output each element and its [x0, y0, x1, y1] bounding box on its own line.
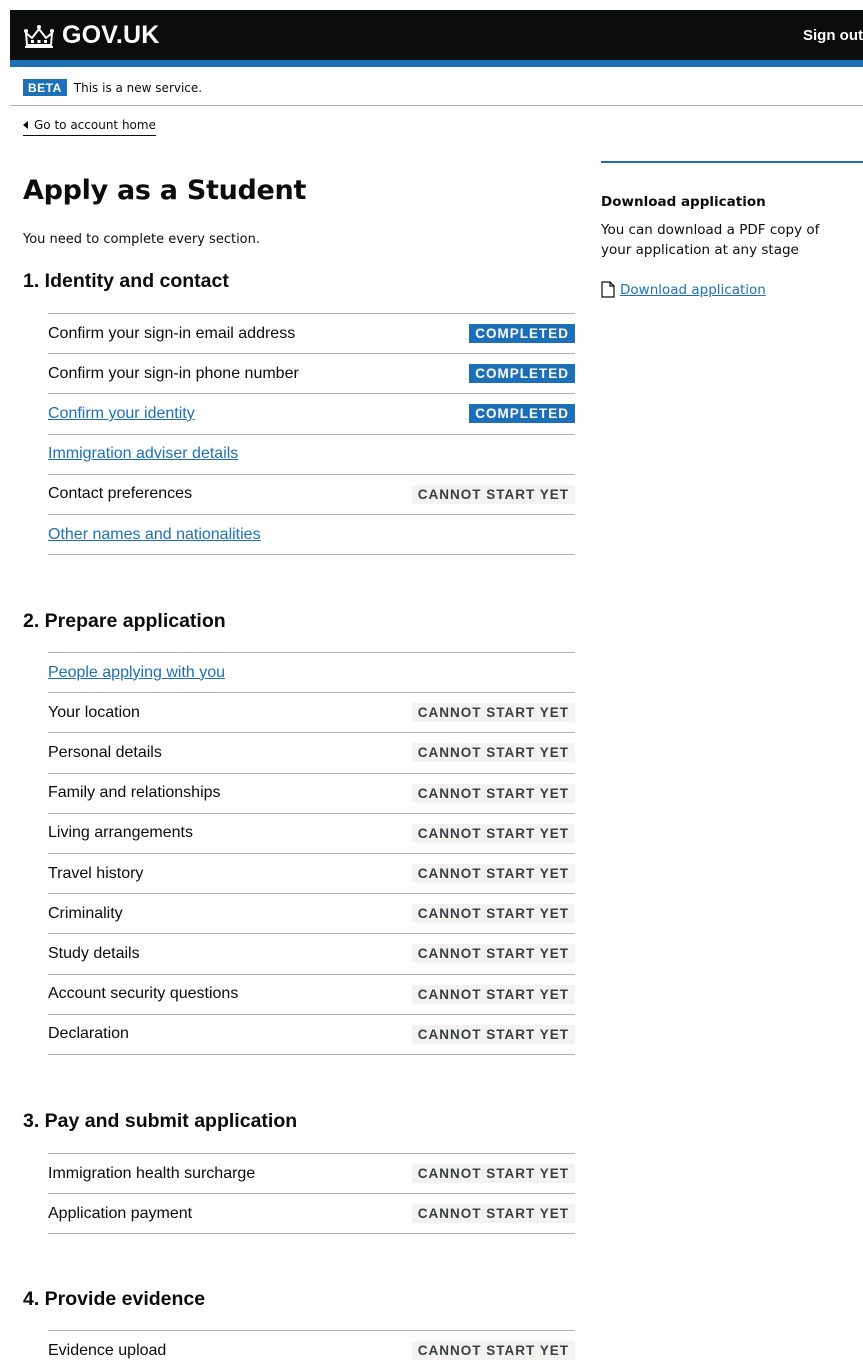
document-icon — [601, 281, 615, 298]
beta-tag: BETA — [23, 79, 67, 96]
task-row: Personal details CANNOT START YET — [48, 733, 575, 774]
status-badge: CANNOT START YET — [411, 743, 575, 763]
task-list-pay: Immigration health surcharge CANNOT STAR… — [48, 1153, 575, 1235]
section-title-evidence: 4. Provide evidence — [23, 1288, 206, 1310]
status-badge: CANNOT START YET — [411, 1341, 575, 1361]
task-name: Study details — [48, 944, 140, 962]
task-row: Confirm your sign-in email address COMPL… — [48, 314, 575, 355]
task-row: Confirm your sign-in phone number COMPLE… — [48, 354, 575, 395]
aside-body: You can download a PDF copy of your appl… — [601, 222, 820, 258]
task-row: Criminality CANNOT START YET — [48, 894, 575, 935]
task-row: Study details CANNOT START YET — [48, 934, 575, 975]
download-link-text: Download application — [620, 281, 766, 298]
govuk-logo-link[interactable]: GOV.UK — [22, 21, 160, 50]
page-intro: You need to complete every section. — [23, 232, 261, 247]
aside-top-border — [601, 161, 863, 163]
status-badge: CANNOT START YET — [411, 783, 575, 803]
header-blue-stripe — [10, 60, 863, 67]
task-list-evidence: Evidence upload CANNOT START YET — [48, 1330, 575, 1364]
status-badge: CANNOT START YET — [411, 984, 575, 1004]
task-list-identity: Confirm your sign-in email address COMPL… — [48, 313, 575, 556]
task-row: Contact preferences CANNOT START YET — [48, 475, 575, 515]
status-badge: CANNOT START YET — [411, 1204, 575, 1224]
task-row: Confirm your identity COMPLETED — [48, 394, 575, 435]
section-title-pay: 3. Pay and submit application — [23, 1110, 298, 1132]
task-name: Contact preferences — [48, 485, 193, 503]
task-row: Your location CANNOT START YET — [48, 693, 575, 734]
header: GOV.UK Sign out — [10, 10, 863, 60]
task-name: Application payment — [48, 1204, 193, 1222]
task-link[interactable]: Immigration adviser details — [48, 445, 238, 463]
task-row: Family and relationships CANNOT START YE… — [48, 774, 575, 814]
task-row: Living arrangements CANNOT START YET — [48, 814, 575, 854]
section-title-prepare: 2. Prepare application — [23, 610, 226, 632]
task-name: Confirm your sign-in phone number — [48, 364, 299, 382]
sign-out-link[interactable]: Sign out — [803, 27, 863, 44]
task-list-prepare: People applying with you Your location C… — [48, 652, 575, 1055]
task-row: Evidence upload CANNOT START YET — [48, 1331, 575, 1364]
task-name: Criminality — [48, 904, 123, 922]
task-name: Your location — [48, 703, 140, 721]
task-name: Evidence upload — [48, 1341, 167, 1359]
task-row: People applying with you — [48, 653, 575, 694]
status-badge: COMPLETED — [469, 324, 575, 344]
download-application-link[interactable]: Download application — [601, 281, 766, 298]
status-badge: CANNOT START YET — [411, 1024, 575, 1044]
section-title-identity: 1. Identity and contact — [23, 270, 229, 292]
aside-heading: Download application — [601, 194, 766, 210]
task-row: Account security questions CANNOT START … — [48, 975, 575, 1015]
task-name: Confirm your sign-in email address — [48, 324, 296, 342]
task-name: Account security questions — [48, 985, 239, 1003]
task-name: Family and relationships — [48, 784, 221, 802]
task-name: Living arrangements — [48, 824, 193, 842]
task-name: Immigration health surcharge — [48, 1164, 256, 1182]
task-link[interactable]: Other names and nationalities — [48, 526, 261, 544]
task-name: Declaration — [48, 1025, 129, 1043]
status-badge: CANNOT START YET — [411, 484, 575, 504]
task-link[interactable]: Confirm your identity — [48, 405, 195, 423]
task-name: Travel history — [48, 864, 144, 882]
status-badge: COMPLETED — [469, 364, 575, 384]
task-row: Application payment CANNOT START YET — [48, 1194, 575, 1235]
task-row: Immigration health surcharge CANNOT STAR… — [48, 1154, 575, 1195]
crown-icon — [24, 24, 54, 48]
page-title: Apply as a Student — [23, 175, 307, 206]
status-badge: CANNOT START YET — [411, 823, 575, 843]
status-badge: CANNOT START YET — [411, 864, 575, 884]
task-row: Declaration CANNOT START YET — [48, 1015, 575, 1055]
phase-banner: BETA This is a new service. — [23, 79, 202, 96]
status-badge: CANNOT START YET — [411, 904, 575, 924]
logo-text: GOV.UK — [62, 21, 160, 49]
task-link[interactable]: People applying with you — [48, 664, 225, 682]
phase-banner-divider — [10, 105, 863, 106]
back-link-text: Go to account home — [34, 118, 156, 132]
status-badge: COMPLETED — [469, 404, 575, 424]
task-row: Travel history CANNOT START YET — [48, 854, 575, 895]
task-row: Immigration adviser details — [48, 435, 575, 475]
back-link[interactable]: Go to account home — [23, 118, 156, 136]
status-badge: CANNOT START YET — [411, 703, 575, 723]
task-name: Personal details — [48, 743, 162, 761]
back-arrow-icon — [23, 121, 28, 129]
status-badge: CANNOT START YET — [411, 1164, 575, 1184]
task-row: Other names and nationalities — [48, 515, 575, 556]
phase-banner-text: This is a new service. — [73, 80, 203, 95]
status-badge: CANNOT START YET — [411, 944, 575, 964]
